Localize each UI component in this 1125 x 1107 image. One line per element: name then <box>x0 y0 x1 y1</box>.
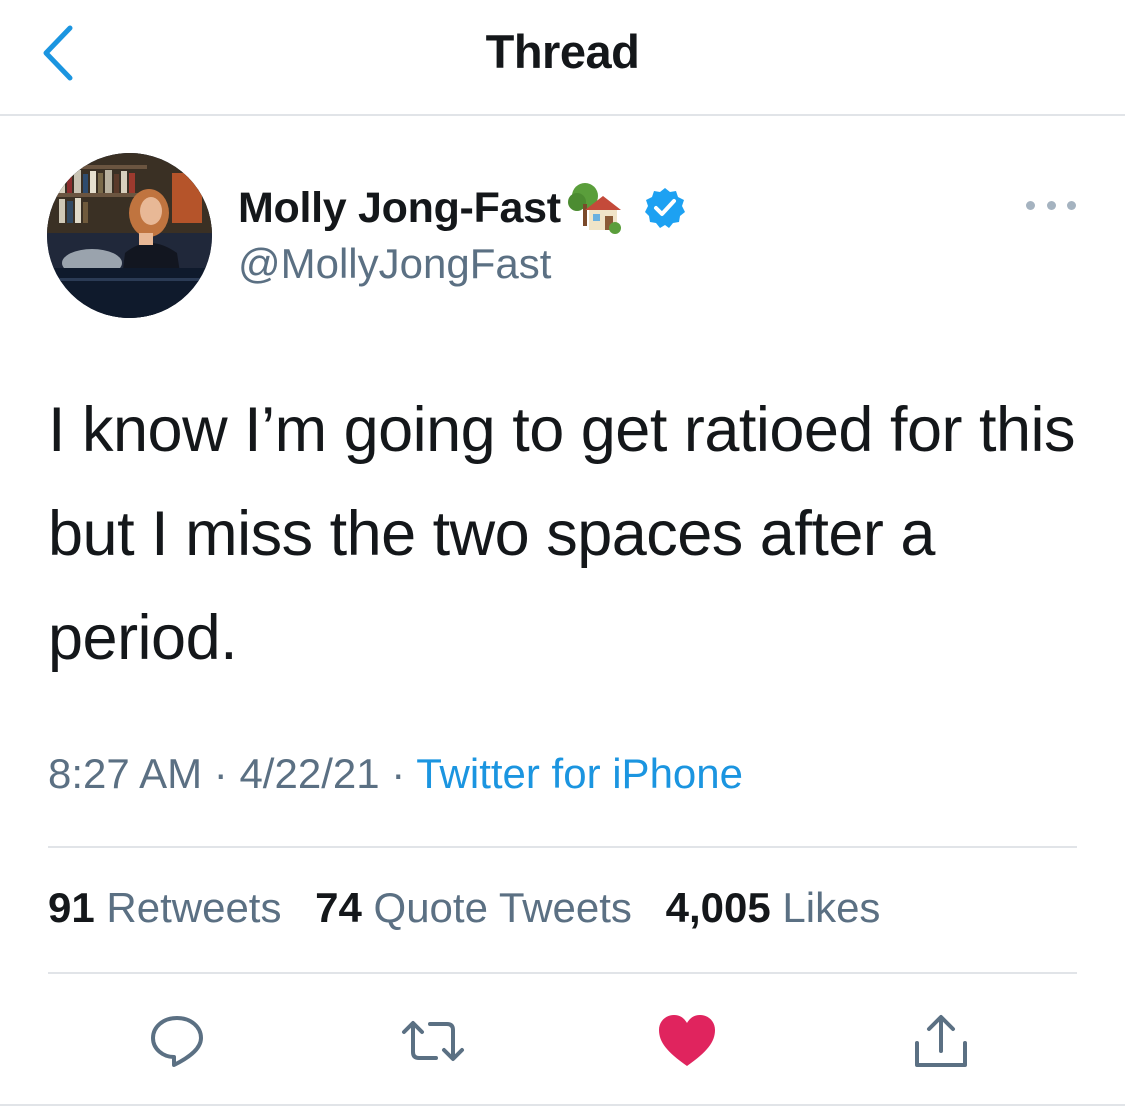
divider <box>48 846 1077 848</box>
retweets-stat[interactable]: 91 Retweets <box>48 884 281 932</box>
quote-tweets-count: 74 <box>315 884 362 931</box>
retweet-button[interactable] <box>398 1008 468 1074</box>
divider <box>48 972 1077 974</box>
tweet-metadata: 8:27 AM · 4/22/21 · Twitter for iPhone <box>48 750 743 798</box>
reply-icon <box>151 1016 203 1067</box>
divider <box>0 1104 1125 1106</box>
engagement-stats: 91 Retweets 74 Quote Tweets 4,005 Likes <box>48 884 902 932</box>
dot-icon <box>1067 200 1076 210</box>
share-button[interactable] <box>906 1008 976 1074</box>
tweet-time[interactable]: 8:27 AM <box>48 750 202 797</box>
share-icon <box>915 1015 967 1067</box>
quote-tweets-label: Quote Tweets <box>373 884 632 931</box>
reply-button[interactable] <box>142 1008 212 1074</box>
likes-count: 4,005 <box>665 884 771 931</box>
navigation-bar: Thread <box>0 0 1125 116</box>
quote-tweets-stat[interactable]: 74 Quote Tweets <box>315 884 632 932</box>
heart-icon <box>659 1015 715 1066</box>
dot-icon <box>1026 200 1035 210</box>
house-with-garden-icon <box>567 183 621 234</box>
retweets-label: Retweets <box>106 884 282 931</box>
author-name-row[interactable]: Molly Jong-Fast <box>238 180 687 236</box>
retweet-icon <box>402 1021 464 1061</box>
likes-label: Likes <box>782 884 881 931</box>
tweet-text: I know I’m going to get ratioed for this… <box>48 395 1076 673</box>
likes-stat[interactable]: 4,005 Likes <box>666 884 881 932</box>
meta-separator: · <box>391 750 406 797</box>
verified-badge-icon <box>644 188 685 228</box>
tweet-source-link[interactable]: Twitter for iPhone <box>416 750 743 797</box>
tweet-date[interactable]: 4/22/21 <box>239 750 379 797</box>
avatar[interactable] <box>47 153 212 318</box>
retweets-count: 91 <box>48 884 95 931</box>
like-button[interactable] <box>652 1008 722 1074</box>
dot-icon <box>1046 200 1056 210</box>
display-name[interactable]: Molly Jong-Fast <box>238 184 561 233</box>
meta-separator: · <box>213 750 228 797</box>
page-title: Thread <box>485 25 640 78</box>
more-options-button[interactable] <box>1026 190 1076 220</box>
author-handle[interactable]: @MollyJongFast <box>238 240 551 288</box>
